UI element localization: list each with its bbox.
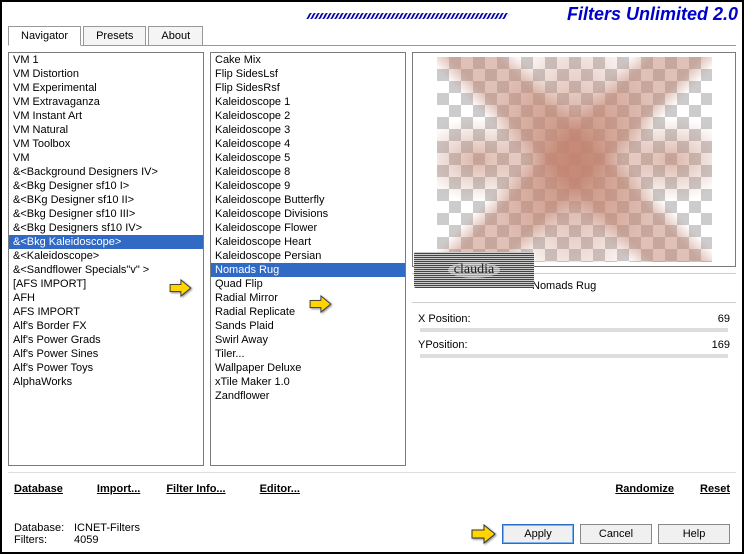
help-button[interactable]: Help <box>658 524 730 544</box>
randomize-link[interactable]: Randomize <box>611 481 678 497</box>
footer-buttons: Apply Cancel Help <box>470 524 730 544</box>
preview-image <box>437 57 712 262</box>
cancel-button[interactable]: Cancel <box>580 524 652 544</box>
filter-list-item[interactable]: Kaleidoscope 1 <box>211 95 405 109</box>
preview-frame <box>412 52 736 267</box>
category-list-item[interactable]: &<Bkg Designer sf10 III> <box>9 207 203 221</box>
category-list[interactable]: VM 1VM DistortionVM ExperimentalVM Extra… <box>8 52 204 466</box>
filter-list-item[interactable]: Kaleidoscope Butterfly <box>211 193 405 207</box>
filter-list-item[interactable]: Kaleidoscope 9 <box>211 179 405 193</box>
filter-list-item[interactable]: Kaleidoscope 2 <box>211 109 405 123</box>
slider-yposition[interactable] <box>420 354 728 358</box>
pointer-apply <box>470 524 496 544</box>
category-list-item[interactable]: &<BKg Designer sf10 II> <box>9 193 203 207</box>
category-list-item[interactable]: &<Bkg Designer sf10 I> <box>9 179 203 193</box>
watermark-text: claudia <box>448 262 500 278</box>
db-value: ICNET-Filters <box>74 522 140 534</box>
apply-button[interactable]: Apply <box>502 524 574 544</box>
filter-list-item[interactable]: Cake Mix <box>211 53 405 67</box>
filters-value: 4059 <box>74 534 98 546</box>
tab-strip: Navigator Presets About <box>8 26 736 46</box>
filter-list[interactable]: Cake MixFlip SidesLsfFlip SidesRsfKaleid… <box>210 52 406 466</box>
tab-about[interactable]: About <box>148 26 203 45</box>
param-xposition-label: X Position: <box>418 313 471 325</box>
filter-list-item[interactable]: Sands Plaid <box>211 319 405 333</box>
panels: VM 1VM DistortionVM ExperimentalVM Extra… <box>8 46 736 466</box>
category-list-item[interactable]: VM 1 <box>9 53 203 67</box>
category-list-item[interactable]: Alf's Power Toys <box>9 361 203 375</box>
param-yposition-label: YPosition: <box>418 339 468 351</box>
filter-list-item[interactable]: Zandflower <box>211 389 405 403</box>
filter-list-item[interactable]: Wallpaper Deluxe <box>211 361 405 375</box>
tab-navigator[interactable]: Navigator <box>8 26 81 46</box>
filter-list-item[interactable]: Kaleidoscope 8 <box>211 165 405 179</box>
filter-list-item[interactable]: Nomads Rug <box>211 263 405 277</box>
category-list-item[interactable]: AFS IMPORT <box>9 305 203 319</box>
param-yposition: YPosition: 169 <box>412 337 736 353</box>
filter-list-item[interactable]: Kaleidoscope Flower <box>211 221 405 235</box>
filter-list-item[interactable]: Kaleidoscope Divisions <box>211 207 405 221</box>
preview-pattern <box>437 57 712 262</box>
filter-list-item[interactable]: Kaleidoscope Heart <box>211 235 405 249</box>
params-panel: X Position: 69 YPosition: 169 <box>412 302 736 363</box>
filters-label: Filters: <box>14 534 74 546</box>
category-list-item[interactable]: VM Experimental <box>9 81 203 95</box>
param-xposition: X Position: 69 <box>412 311 736 327</box>
category-list-item[interactable]: VM Toolbox <box>9 137 203 151</box>
category-list-item[interactable]: Alf's Power Grads <box>9 333 203 347</box>
database-link[interactable]: Database <box>10 481 67 497</box>
category-list-item[interactable]: AlphaWorks <box>9 375 203 389</box>
pointer-filter <box>307 295 333 313</box>
category-list-item[interactable]: VM <box>9 151 203 165</box>
filter-info-link[interactable]: Filter Info... <box>162 481 229 497</box>
filter-list-item[interactable]: Kaleidoscope 4 <box>211 137 405 151</box>
editor-link[interactable]: Editor... <box>256 481 304 497</box>
main-panel: Navigator Presets About VM 1VM Distortio… <box>8 26 736 502</box>
db-label: Database: <box>14 522 74 534</box>
category-list-item[interactable]: &<Background Designers IV> <box>9 165 203 179</box>
category-list-item[interactable]: VM Extravaganza <box>9 95 203 109</box>
param-yposition-value: 169 <box>712 339 730 351</box>
link-button-row: Database Import... Filter Info... Editor… <box>8 472 736 505</box>
slider-xposition[interactable] <box>420 328 728 332</box>
filter-list-item[interactable]: Kaleidoscope Persian <box>211 249 405 263</box>
category-list-item[interactable]: &<Bkg Kaleidoscope> <box>9 235 203 249</box>
tab-presets[interactable]: Presets <box>83 26 146 45</box>
watermark: claudia <box>414 252 534 288</box>
filter-list-item[interactable]: Swirl Away <box>211 333 405 347</box>
category-list-item[interactable]: VM Distortion <box>9 67 203 81</box>
filter-list-item[interactable]: xTile Maker 1.0 <box>211 375 405 389</box>
footer-info: Database:ICNET-Filters Filters:4059 <box>14 522 140 546</box>
app-title: Filters Unlimited 2.0 <box>567 4 738 25</box>
filter-list-item[interactable]: Quad Flip <box>211 277 405 291</box>
category-list-item[interactable]: Alf's Power Sines <box>9 347 203 361</box>
filter-list-item[interactable]: Kaleidoscope 3 <box>211 123 405 137</box>
category-list-item[interactable]: &<Sandflower Specials"v" > <box>9 263 203 277</box>
filter-list-item[interactable]: Flip SidesRsf <box>211 81 405 95</box>
filter-list-item[interactable]: Tiler... <box>211 347 405 361</box>
param-xposition-value: 69 <box>718 313 730 325</box>
pointer-category <box>167 279 193 297</box>
reset-link[interactable]: Reset <box>696 481 734 497</box>
filter-list-item[interactable]: Flip SidesLsf <box>211 67 405 81</box>
import-link[interactable]: Import... <box>93 481 144 497</box>
category-list-item[interactable]: VM Natural <box>9 123 203 137</box>
category-list-item[interactable]: VM Instant Art <box>9 109 203 123</box>
footer: Database:ICNET-Filters Filters:4059 Appl… <box>14 522 730 546</box>
filter-list-item[interactable]: Kaleidoscope 5 <box>211 151 405 165</box>
category-list-item[interactable]: &<Kaleidoscope> <box>9 249 203 263</box>
category-list-item[interactable]: Alf's Border FX <box>9 319 203 333</box>
category-list-item[interactable]: &<Bkg Designers sf10 IV> <box>9 221 203 235</box>
